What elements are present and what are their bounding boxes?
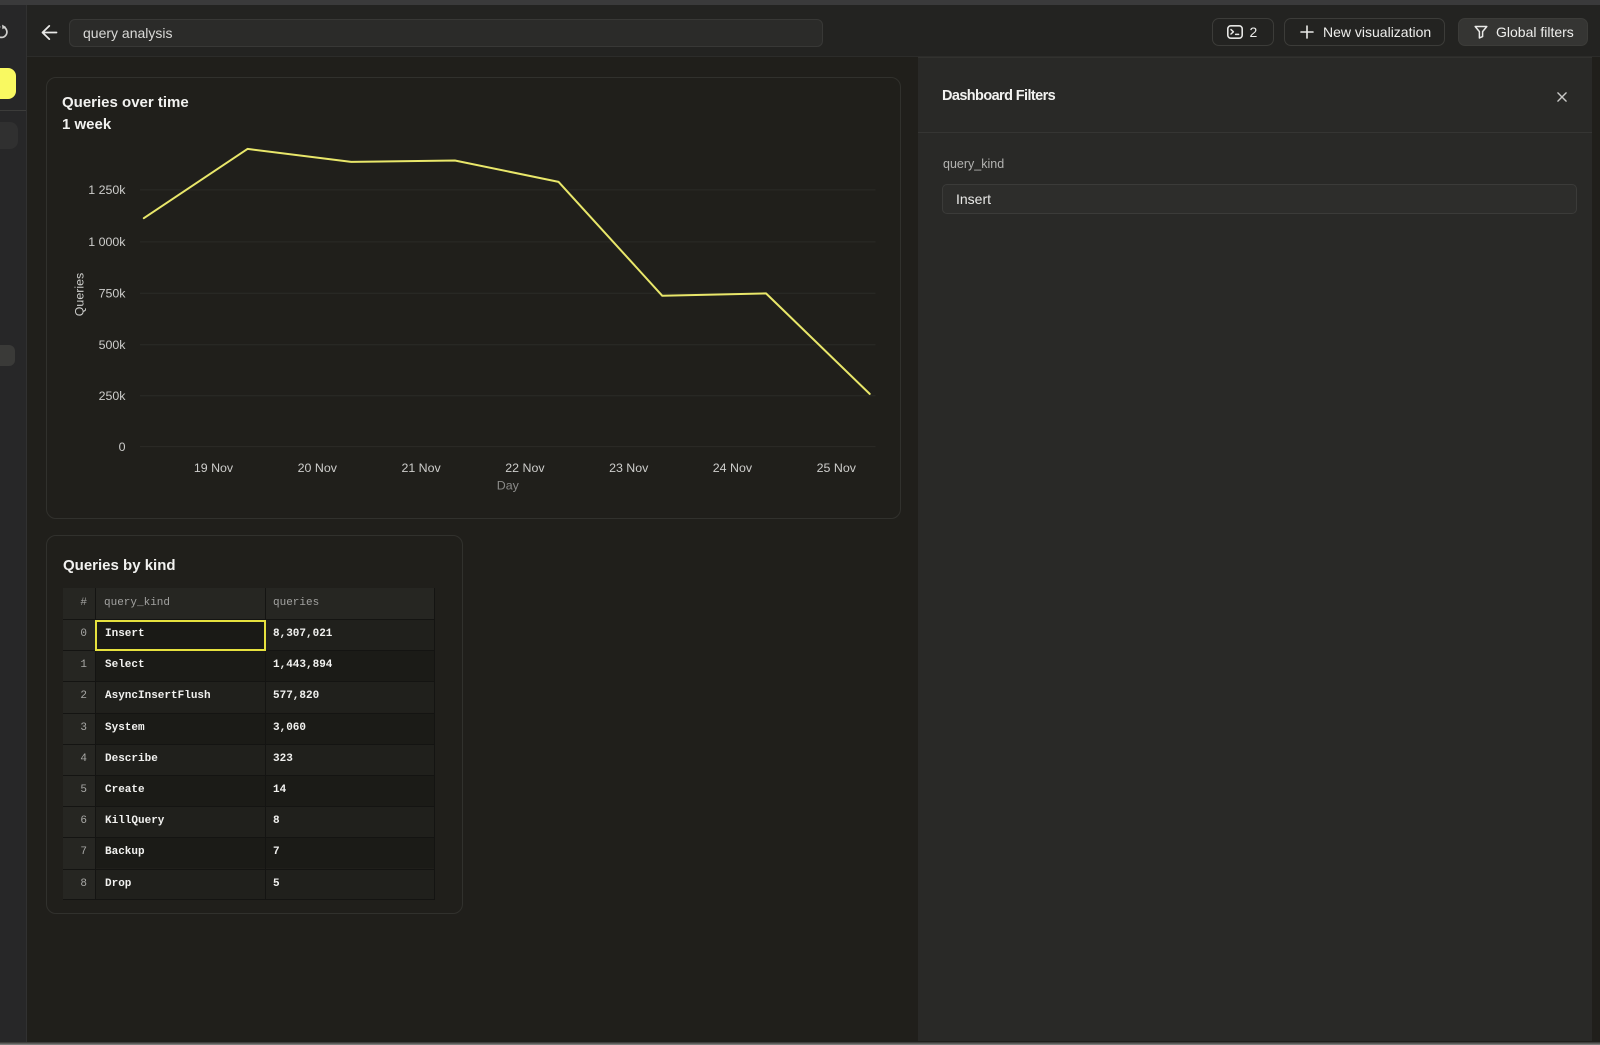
- svg-text:21 Nov: 21 Nov: [401, 461, 441, 475]
- svg-text:1 000k: 1 000k: [88, 235, 126, 249]
- svg-text:500k: 500k: [99, 338, 127, 352]
- svg-text:25 Nov: 25 Nov: [817, 461, 857, 475]
- svg-text:0: 0: [119, 440, 126, 454]
- svg-text:750k: 750k: [99, 287, 127, 301]
- svg-text:23 Nov: 23 Nov: [609, 461, 649, 475]
- svg-text:250k: 250k: [99, 389, 127, 403]
- svg-text:1 250k: 1 250k: [88, 183, 126, 197]
- svg-text:19 Nov: 19 Nov: [194, 461, 234, 475]
- svg-text:22 Nov: 22 Nov: [505, 461, 545, 475]
- svg-text:Day: Day: [497, 479, 520, 493]
- svg-text:Queries: Queries: [73, 273, 87, 316]
- svg-text:20 Nov: 20 Nov: [298, 461, 338, 475]
- svg-text:24 Nov: 24 Nov: [713, 461, 753, 475]
